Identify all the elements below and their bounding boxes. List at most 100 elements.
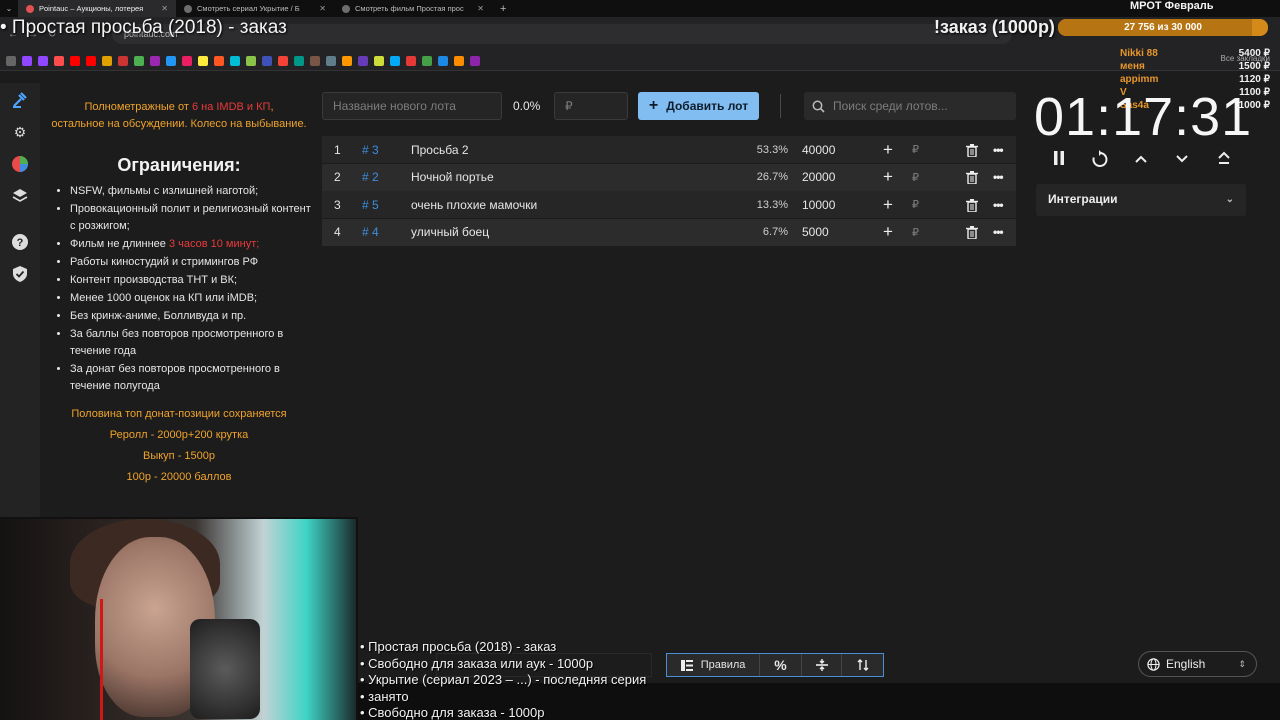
- language-select[interactable]: English ⇕: [1138, 651, 1257, 677]
- lot-name[interactable]: Просьба 2: [411, 143, 469, 157]
- pause-icon[interactable]: [1047, 150, 1071, 174]
- lot-id[interactable]: # 3: [362, 143, 379, 157]
- rules-intro: Полнометражные от 6 на IMDB и КП, осталь…: [40, 99, 318, 133]
- add-lot-button[interactable]: + Добавить лот: [638, 92, 759, 120]
- browser-tab[interactable]: Pointauc – Аукционы, лотерея ✕: [18, 0, 176, 17]
- bookmark-icon[interactable]: [342, 55, 352, 66]
- split-icon[interactable]: [802, 654, 843, 676]
- chevron-up-icon[interactable]: [1129, 150, 1153, 174]
- auction-timer: 01:17:31: [1034, 87, 1253, 147]
- settings-gear-icon[interactable]: ⚙: [11, 123, 29, 141]
- percent-toggle-button[interactable]: %: [760, 654, 802, 676]
- ruble-input[interactable]: ₽: [912, 143, 919, 156]
- add-amount-icon[interactable]: +: [883, 167, 893, 187]
- lot-amount[interactable]: 10000: [802, 198, 835, 212]
- bookmark-icon[interactable]: [86, 55, 96, 66]
- rules-footer: Половина топ донат-позиции сохраняется Р…: [40, 404, 318, 488]
- bookmark-icon[interactable]: [214, 55, 224, 66]
- lot-amount[interactable]: 40000: [802, 143, 835, 157]
- bookmark-icon[interactable]: [22, 55, 32, 66]
- restriction-item: Без кринж-аниме, Болливуда и пр.: [70, 308, 316, 325]
- bookmark-icon[interactable]: [166, 55, 176, 66]
- bookmark-icon[interactable]: [438, 55, 448, 66]
- lot-id[interactable]: # 5: [362, 198, 379, 212]
- bookmarks-bar: Все закладки: [0, 51, 1280, 71]
- ruble-input[interactable]: ₽: [912, 198, 919, 211]
- bookmark-icon[interactable]: [54, 55, 64, 66]
- bookmark-icon[interactable]: [310, 55, 320, 66]
- ruble-input[interactable]: ₽: [912, 226, 919, 239]
- apps-icon[interactable]: [6, 55, 16, 66]
- donor-amount: 5400 ₽: [1238, 48, 1270, 59]
- bookmark-icon[interactable]: [198, 55, 208, 66]
- more-options-icon[interactable]: •••: [993, 198, 1004, 212]
- close-icon[interactable]: ✕: [161, 4, 168, 13]
- bookmark-icon[interactable]: [134, 55, 144, 66]
- trash-icon[interactable]: [966, 226, 978, 240]
- trash-icon[interactable]: [966, 198, 978, 213]
- browser-tab[interactable]: Смотреть сериал Укрытие / Б ✕: [176, 0, 334, 17]
- trash-icon[interactable]: [966, 171, 978, 185]
- chevron-down-icon[interactable]: [1170, 150, 1194, 174]
- lot-id[interactable]: # 4: [362, 225, 379, 239]
- bookmark-icon[interactable]: [230, 55, 240, 66]
- lot-name[interactable]: уличный боец: [411, 225, 489, 239]
- bookmark-icon[interactable]: [406, 55, 416, 66]
- lot-amount[interactable]: 20000: [802, 170, 835, 184]
- sort-icon[interactable]: [842, 654, 883, 676]
- auction-hammer-icon[interactable]: [11, 91, 29, 109]
- more-options-icon[interactable]: •••: [993, 143, 1004, 157]
- more-options-icon[interactable]: •••: [993, 170, 1004, 184]
- double-up-icon[interactable]: [1212, 150, 1236, 174]
- close-icon[interactable]: ✕: [319, 4, 326, 13]
- bookmark-icon[interactable]: [358, 55, 368, 66]
- new-lot-percent: 0.0%: [513, 99, 541, 113]
- bookmark-icon[interactable]: [294, 55, 304, 66]
- bookmark-icon[interactable]: [374, 55, 384, 66]
- new-lot-price-input[interactable]: ₽: [554, 92, 628, 120]
- lot-name[interactable]: очень плохие мамочки: [411, 198, 537, 212]
- help-icon[interactable]: ?: [11, 233, 29, 251]
- browser-tab[interactable]: Смотреть фильм Простая прос ✕: [334, 0, 492, 17]
- lot-row: 3 # 5 очень плохие мамочки 13.3% 10000 +…: [322, 191, 1016, 218]
- add-amount-icon[interactable]: +: [883, 222, 893, 242]
- trash-icon[interactable]: [966, 143, 978, 158]
- bookmark-icon[interactable]: [38, 55, 48, 66]
- lot-search-input[interactable]: Поиск среди лотов...: [804, 92, 1016, 120]
- bookmark-icon[interactable]: [70, 55, 80, 66]
- bookmark-icon[interactable]: [326, 55, 336, 66]
- restriction-item: NSFW, фильмы с излишней наготой;: [70, 183, 316, 200]
- bookmark-icon[interactable]: [118, 55, 128, 66]
- bookmark-icon[interactable]: [150, 55, 160, 66]
- bookmark-icon[interactable]: [182, 55, 192, 66]
- new-tab-icon[interactable]: +: [492, 3, 514, 15]
- integrations-dropdown[interactable]: Интеграции ⌄: [1036, 184, 1246, 216]
- reset-icon[interactable]: [1088, 150, 1112, 174]
- divider: [780, 94, 781, 118]
- bookmark-icon[interactable]: [102, 55, 112, 66]
- add-amount-icon[interactable]: +: [883, 195, 893, 215]
- wheel-icon[interactable]: [11, 155, 29, 173]
- bookmark-icon[interactable]: [390, 55, 400, 66]
- shield-check-icon[interactable]: [11, 265, 29, 283]
- bookmark-icon[interactable]: [454, 55, 464, 66]
- ruble-input[interactable]: ₽: [912, 171, 919, 184]
- add-amount-icon[interactable]: +: [883, 140, 893, 160]
- lot-id[interactable]: # 2: [362, 170, 379, 184]
- new-lot-name-input[interactable]: Название нового лота: [322, 92, 502, 120]
- bookmark-icon[interactable]: [262, 55, 272, 66]
- donor-amount: 1500 ₽: [1238, 61, 1270, 72]
- bookmark-icon[interactable]: [470, 55, 480, 66]
- rules-button[interactable]: Правила: [667, 654, 761, 676]
- lot-amount[interactable]: 5000: [802, 225, 829, 239]
- layers-icon[interactable]: [11, 187, 29, 205]
- mrot-title: МРОТ Февраль: [1130, 0, 1214, 12]
- bookmark-icon[interactable]: [246, 55, 256, 66]
- bookmark-icon[interactable]: [422, 55, 432, 66]
- more-options-icon[interactable]: •••: [993, 225, 1004, 239]
- close-icon[interactable]: ✕: [477, 4, 484, 13]
- donor-row: Nikki 88 5400 ₽: [1120, 48, 1270, 61]
- lot-name[interactable]: Ночной портье: [411, 170, 494, 184]
- bookmark-icon[interactable]: [278, 55, 288, 66]
- tab-list-icon[interactable]: ⌄: [0, 4, 18, 13]
